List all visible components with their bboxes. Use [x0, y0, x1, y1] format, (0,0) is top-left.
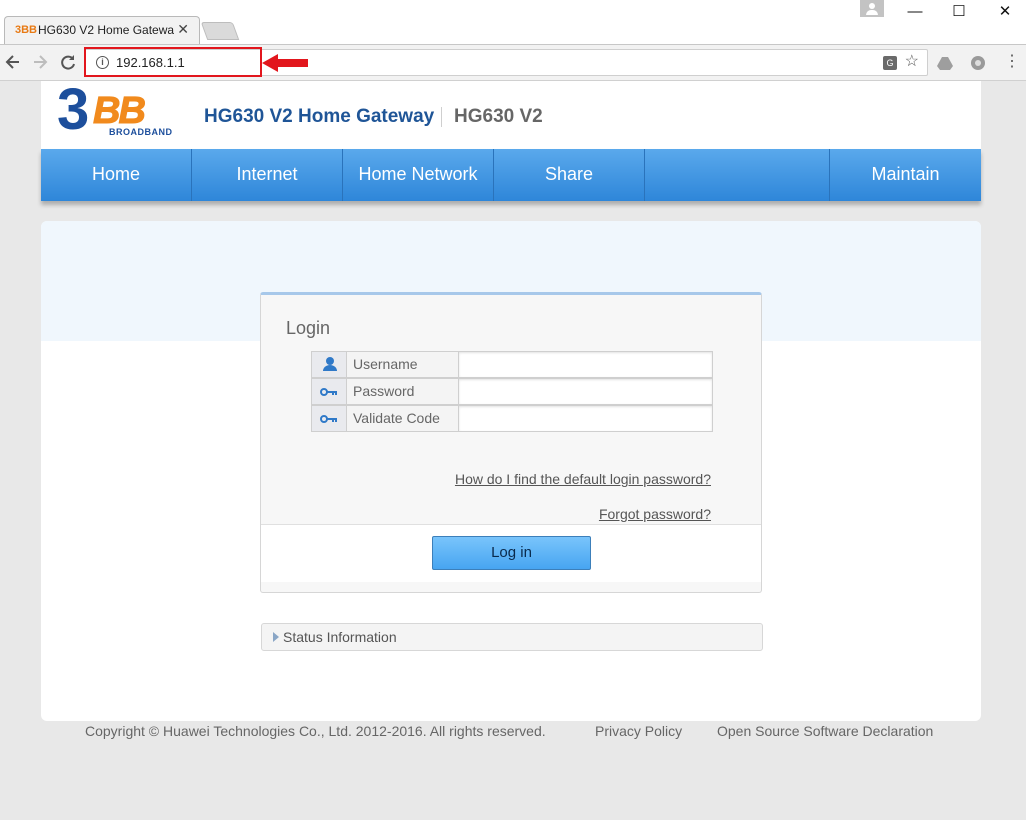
validate-code-row: Validate Code [311, 405, 713, 432]
page-title: HG630 V2 Home Gateway [204, 106, 435, 127]
nav-internet[interactable]: Internet [192, 149, 343, 201]
favicon-icon: 3BB [15, 24, 38, 36]
login-button[interactable]: Log in [432, 536, 591, 570]
password-label: Password [347, 378, 459, 405]
key-icon [311, 378, 347, 405]
key-icon [311, 405, 347, 432]
password-input[interactable] [459, 378, 713, 405]
status-information-toggle[interactable]: Status Information [261, 623, 763, 651]
profile-icon[interactable] [860, 0, 884, 17]
tab-title: HG630 V2 Home Gatewa [38, 23, 174, 37]
logo-subtitle: BROADBAND [109, 127, 173, 137]
copyright-text: Copyright © Huawei Technologies Co., Ltd… [85, 723, 546, 739]
star-icon[interactable]: ☆ [905, 53, 919, 71]
privacy-policy-link[interactable]: Privacy Policy [595, 723, 682, 740]
main-nav: Home Internet Home Network Share Maintai… [41, 149, 981, 201]
url-text: 192.168.1.1 [116, 55, 185, 70]
brand-logo: 3 BB BROADBAND [57, 81, 189, 139]
drive-icon[interactable] [937, 55, 953, 71]
address-bar[interactable]: i 192.168.1.1 G ☆ [84, 49, 928, 76]
nav-share[interactable]: Share [494, 149, 645, 201]
browser-toolbar: i 192.168.1.1 G ☆ ⋮ [0, 44, 1026, 81]
tab-close-icon[interactable]: ✕ [177, 22, 189, 37]
validate-code-input[interactable] [459, 405, 713, 432]
extension-icon[interactable] [970, 55, 986, 71]
close-window-button[interactable]: ✕ [982, 0, 1026, 24]
nav-home-network[interactable]: Home Network [343, 149, 494, 201]
forgot-password-link[interactable]: Forgot password? [599, 506, 711, 523]
login-footer: Log in [261, 524, 761, 582]
password-row: Password [311, 378, 713, 405]
forward-arrow-icon[interactable] [30, 52, 50, 72]
title-divider [441, 107, 442, 127]
username-label: Username [347, 351, 459, 378]
logo-3-mark: 3 [57, 77, 89, 142]
username-row: Username [311, 351, 713, 378]
new-tab-button[interactable] [200, 22, 240, 40]
default-password-help-link[interactable]: How do I find the default login password… [455, 471, 711, 488]
open-source-declaration-link[interactable]: Open Source Software Declaration [717, 723, 933, 740]
back-arrow-icon[interactable] [3, 52, 23, 72]
caret-right-icon [273, 632, 279, 642]
login-panel: Login Username Password Validate Code Ho… [260, 292, 762, 593]
maximize-button[interactable]: ☐ [936, 0, 982, 24]
translate-icon[interactable]: G [883, 56, 897, 70]
nav-maintain[interactable]: Maintain [830, 149, 981, 201]
logo-bb-mark: BB [93, 90, 147, 132]
username-input[interactable] [459, 351, 713, 378]
browser-tab[interactable]: 3BB HG630 V2 Home Gatewa ✕ [4, 16, 200, 44]
login-heading: Login [286, 318, 331, 338]
nav-home[interactable]: Home [41, 149, 192, 201]
status-information-label: Status Information [283, 629, 397, 645]
info-icon[interactable]: i [96, 56, 109, 69]
user-icon [311, 351, 347, 378]
reload-icon[interactable] [58, 52, 78, 72]
menu-icon[interactable]: ⋮ [1004, 53, 1020, 71]
validate-code-label: Validate Code [347, 405, 459, 432]
browser-titlebar: 3BB HG630 V2 Home Gatewa ✕ — ☐ ✕ [0, 0, 1026, 44]
minimize-button[interactable]: — [892, 0, 938, 24]
nav-empty-slot [645, 149, 830, 201]
page-header: 3 BB BROADBAND HG630 V2 Home Gateway HG6… [41, 81, 981, 149]
model-name: HG630 V2 [454, 106, 543, 127]
red-arrow-icon [262, 54, 308, 72]
